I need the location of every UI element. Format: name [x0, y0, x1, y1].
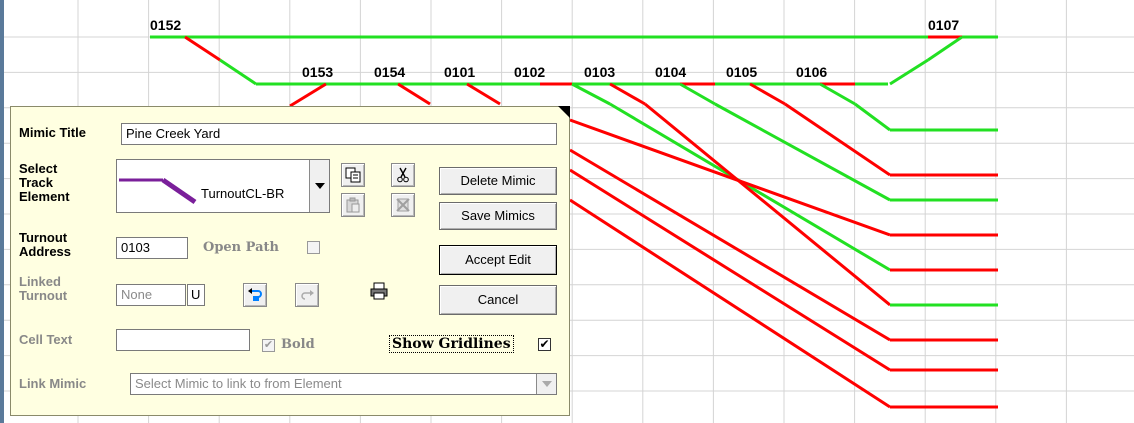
track-segment: [784, 102, 891, 177]
left-edge-bar: [0, 0, 4, 423]
chevron-down-icon[interactable]: [536, 374, 556, 394]
track-segment: [927, 35, 963, 62]
track-segment: [679, 82, 716, 106]
track-segment: [289, 82, 327, 108]
copy-icon: [345, 167, 361, 183]
turnout-label: 0103: [584, 64, 615, 80]
cut-button[interactable]: [391, 163, 415, 187]
delete-element-button[interactable]: [391, 193, 415, 217]
turnout-label: 0101: [444, 64, 475, 80]
print-button[interactable]: [367, 279, 391, 303]
link-mimic-label: Link Mimic: [19, 376, 87, 391]
track-segment: [466, 82, 501, 106]
track-segment: [569, 168, 891, 372]
turnout-address-label: Turnout Address: [19, 230, 72, 259]
panel-corner-marker: [558, 106, 570, 118]
cut-icon: [397, 167, 409, 183]
cancel-button[interactable]: Cancel: [439, 285, 557, 315]
turnout-label: 0106: [796, 64, 827, 80]
track-element-value: TurnoutCL-BR: [201, 186, 285, 201]
copy-button[interactable]: [341, 163, 365, 187]
turnout-label: 0154: [374, 64, 405, 80]
turnout-label: 0105: [726, 64, 757, 80]
select-track-element-label: Select Track Element: [19, 161, 70, 204]
undo-icon: [248, 288, 262, 301]
link-mimic-select[interactable]: Select Mimic to link to from Element: [130, 373, 557, 395]
open-path-label: Open Path: [203, 240, 279, 255]
delete-element-icon: [396, 198, 410, 212]
track-element-select[interactable]: TurnoutCL-BR: [116, 159, 330, 213]
bold-label: Bold: [281, 337, 315, 352]
mimic-title-label: Mimic Title: [19, 125, 86, 140]
linked-turnout-input[interactable]: None: [116, 284, 186, 306]
redo-button[interactable]: [295, 283, 319, 307]
track-segment: [569, 198, 891, 409]
track-segment: [749, 82, 786, 106]
mimic-title-input[interactable]: Pine Creek Yard: [121, 123, 557, 145]
delete-mimic-button[interactable]: Delete Mimic: [439, 167, 557, 195]
undo-button[interactable]: [243, 283, 267, 307]
cell-text-input[interactable]: [116, 329, 250, 351]
paste-icon: [346, 197, 360, 213]
track-segment: [819, 82, 856, 106]
linked-turnout-suffix: U: [187, 284, 205, 306]
paste-button[interactable]: [341, 193, 365, 217]
turnout-labels: 0152 0153 0154 0101 0102 0103 0104 0105 0106 0107: [150, 17, 959, 80]
track-segment: [609, 82, 646, 106]
print-icon: [370, 282, 388, 300]
track-segment: [714, 102, 891, 202]
track-segment: [184, 35, 221, 62]
cell-text-label: Cell Text: [19, 332, 73, 347]
turnout-label: 0152: [150, 17, 181, 33]
track-segment: [397, 82, 431, 106]
open-path-checkbox[interactable]: [307, 241, 320, 254]
show-gridlines-checkbox[interactable]: ✔: [538, 338, 551, 351]
track-segment: [571, 82, 611, 106]
turnout-label: 0102: [514, 64, 545, 80]
accept-edit-button[interactable]: Accept Edit: [439, 245, 557, 275]
show-gridlines-label: Show Gridlines: [389, 335, 514, 353]
chevron-down-icon[interactable]: [309, 160, 329, 212]
linked-turnout-label: Linked Turnout: [19, 274, 68, 303]
mimic-editor-panel: Mimic Title Pine Creek Yard Select Track…: [10, 106, 570, 416]
turnout-label: 0107: [928, 17, 959, 33]
turnout-element-icon: [119, 177, 197, 205]
turnout-label: 0104: [655, 64, 686, 80]
track-segment: [609, 102, 891, 272]
redo-icon: [301, 290, 314, 300]
turnout-label: 0153: [302, 64, 333, 80]
turnout-address-input[interactable]: 0103: [116, 237, 188, 259]
bold-checkbox[interactable]: ✔: [262, 339, 275, 352]
save-mimics-button[interactable]: Save Mimics: [439, 202, 557, 230]
